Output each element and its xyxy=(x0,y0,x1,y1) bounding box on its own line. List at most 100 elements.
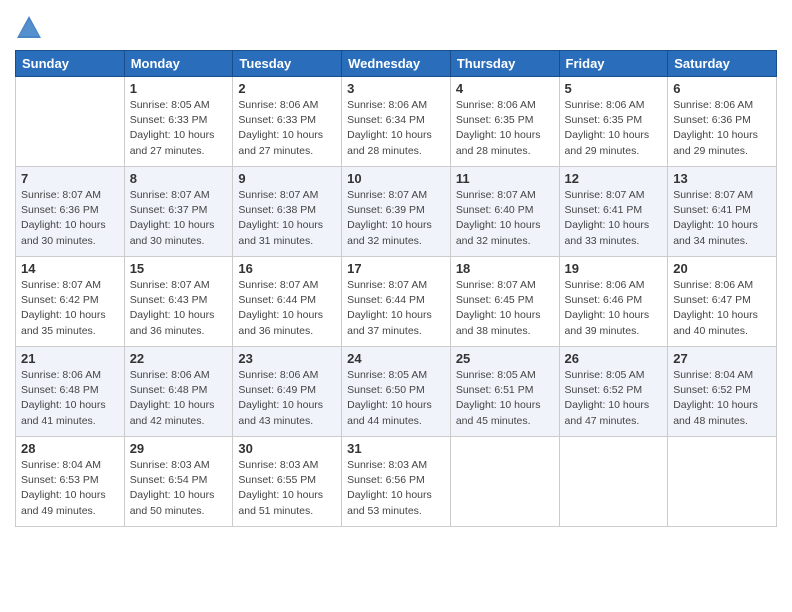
day-header-thursday: Thursday xyxy=(450,51,559,77)
day-info: Sunrise: 8:07 AM Sunset: 6:42 PM Dayligh… xyxy=(21,278,119,339)
calendar-cell: 14 Sunrise: 8:07 AM Sunset: 6:42 PM Dayli… xyxy=(16,257,125,347)
day-number: 26 xyxy=(565,351,663,366)
day-header-tuesday: Tuesday xyxy=(233,51,342,77)
week-row-2: 7 Sunrise: 8:07 AM Sunset: 6:36 PM Daylig… xyxy=(16,167,777,257)
day-info: Sunrise: 8:05 AM Sunset: 6:51 PM Dayligh… xyxy=(456,368,554,429)
day-number: 11 xyxy=(456,171,554,186)
day-info: Sunrise: 8:03 AM Sunset: 6:56 PM Dayligh… xyxy=(347,458,445,519)
day-info: Sunrise: 8:06 AM Sunset: 6:35 PM Dayligh… xyxy=(565,98,663,159)
day-info: Sunrise: 8:03 AM Sunset: 6:54 PM Dayligh… xyxy=(130,458,228,519)
day-number: 4 xyxy=(456,81,554,96)
calendar-cell: 22 Sunrise: 8:06 AM Sunset: 6:48 PM Dayli… xyxy=(124,347,233,437)
calendar-cell: 17 Sunrise: 8:07 AM Sunset: 6:44 PM Dayli… xyxy=(342,257,451,347)
day-info: Sunrise: 8:06 AM Sunset: 6:48 PM Dayligh… xyxy=(21,368,119,429)
calendar-cell: 21 Sunrise: 8:06 AM Sunset: 6:48 PM Dayli… xyxy=(16,347,125,437)
day-number: 19 xyxy=(565,261,663,276)
day-number: 27 xyxy=(673,351,771,366)
day-info: Sunrise: 8:07 AM Sunset: 6:36 PM Dayligh… xyxy=(21,188,119,249)
calendar-cell: 20Sunrise: 8:06 AM Sunset: 6:47 PM Dayli… xyxy=(668,257,777,347)
week-row-4: 21 Sunrise: 8:06 AM Sunset: 6:48 PM Dayli… xyxy=(16,347,777,437)
calendar-cell: 26 Sunrise: 8:05 AM Sunset: 6:52 PM Dayli… xyxy=(559,347,668,437)
calendar-cell: 24 Sunrise: 8:05 AM Sunset: 6:50 PM Dayli… xyxy=(342,347,451,437)
header-row: SundayMondayTuesdayWednesdayThursdayFrid… xyxy=(16,51,777,77)
day-info: Sunrise: 8:06 AM Sunset: 6:48 PM Dayligh… xyxy=(130,368,228,429)
day-info: Sunrise: 8:07 AM Sunset: 6:44 PM Dayligh… xyxy=(347,278,445,339)
calendar-body: 1 Sunrise: 8:05 AM Sunset: 6:33 PM Daylig… xyxy=(16,77,777,527)
day-info: Sunrise: 8:07 AM Sunset: 6:38 PM Dayligh… xyxy=(238,188,336,249)
calendar-cell: 8Sunrise: 8:07 AM Sunset: 6:37 PM Daylig… xyxy=(124,167,233,257)
calendar-cell: 5 Sunrise: 8:06 AM Sunset: 6:35 PM Daylig… xyxy=(559,77,668,167)
day-number: 18 xyxy=(456,261,554,276)
day-info: Sunrise: 8:06 AM Sunset: 6:49 PM Dayligh… xyxy=(238,368,336,429)
day-info: Sunrise: 8:07 AM Sunset: 6:43 PM Dayligh… xyxy=(130,278,228,339)
calendar-cell: 19 Sunrise: 8:06 AM Sunset: 6:46 PM Dayli… xyxy=(559,257,668,347)
calendar-cell: 12Sunrise: 8:07 AM Sunset: 6:41 PM Dayli… xyxy=(559,167,668,257)
day-number: 16 xyxy=(238,261,336,276)
day-number: 7 xyxy=(21,171,119,186)
week-row-3: 14 Sunrise: 8:07 AM Sunset: 6:42 PM Dayli… xyxy=(16,257,777,347)
day-info: Sunrise: 8:06 AM Sunset: 6:46 PM Dayligh… xyxy=(565,278,663,339)
day-number: 21 xyxy=(21,351,119,366)
calendar-cell: 18Sunrise: 8:07 AM Sunset: 6:45 PM Dayli… xyxy=(450,257,559,347)
calendar-cell xyxy=(450,437,559,527)
day-number: 9 xyxy=(238,171,336,186)
calendar-cell: 13Sunrise: 8:07 AM Sunset: 6:41 PM Dayli… xyxy=(668,167,777,257)
day-header-wednesday: Wednesday xyxy=(342,51,451,77)
day-number: 17 xyxy=(347,261,445,276)
day-info: Sunrise: 8:07 AM Sunset: 6:41 PM Dayligh… xyxy=(565,188,663,249)
day-info: Sunrise: 8:06 AM Sunset: 6:47 PM Dayligh… xyxy=(673,278,771,339)
day-info: Sunrise: 8:04 AM Sunset: 6:52 PM Dayligh… xyxy=(673,368,771,429)
day-info: Sunrise: 8:07 AM Sunset: 6:39 PM Dayligh… xyxy=(347,188,445,249)
calendar-cell: 3 Sunrise: 8:06 AM Sunset: 6:34 PM Daylig… xyxy=(342,77,451,167)
day-header-sunday: Sunday xyxy=(16,51,125,77)
day-info: Sunrise: 8:06 AM Sunset: 6:34 PM Dayligh… xyxy=(347,98,445,159)
logo xyxy=(15,14,46,42)
day-header-friday: Friday xyxy=(559,51,668,77)
day-header-saturday: Saturday xyxy=(668,51,777,77)
day-number: 6 xyxy=(673,81,771,96)
day-info: Sunrise: 8:07 AM Sunset: 6:44 PM Dayligh… xyxy=(238,278,336,339)
calendar-cell: 10 Sunrise: 8:07 AM Sunset: 6:39 PM Dayli… xyxy=(342,167,451,257)
calendar-cell: 2Sunrise: 8:06 AM Sunset: 6:33 PM Daylig… xyxy=(233,77,342,167)
calendar-cell: 11 Sunrise: 8:07 AM Sunset: 6:40 PM Dayli… xyxy=(450,167,559,257)
week-row-1: 1 Sunrise: 8:05 AM Sunset: 6:33 PM Daylig… xyxy=(16,77,777,167)
calendar-cell: 7 Sunrise: 8:07 AM Sunset: 6:36 PM Daylig… xyxy=(16,167,125,257)
calendar-cell xyxy=(559,437,668,527)
day-number: 30 xyxy=(238,441,336,456)
day-info: Sunrise: 8:05 AM Sunset: 6:50 PM Dayligh… xyxy=(347,368,445,429)
calendar-cell: 15 Sunrise: 8:07 AM Sunset: 6:43 PM Dayli… xyxy=(124,257,233,347)
calendar-cell: 9 Sunrise: 8:07 AM Sunset: 6:38 PM Daylig… xyxy=(233,167,342,257)
day-number: 15 xyxy=(130,261,228,276)
calendar-header: SundayMondayTuesdayWednesdayThursdayFrid… xyxy=(16,51,777,77)
day-number: 22 xyxy=(130,351,228,366)
calendar-cell: 1 Sunrise: 8:05 AM Sunset: 6:33 PM Daylig… xyxy=(124,77,233,167)
calendar-cell: 4 Sunrise: 8:06 AM Sunset: 6:35 PM Daylig… xyxy=(450,77,559,167)
calendar-cell: 31Sunrise: 8:03 AM Sunset: 6:56 PM Dayli… xyxy=(342,437,451,527)
day-number: 1 xyxy=(130,81,228,96)
page: SundayMondayTuesdayWednesdayThursdayFrid… xyxy=(0,0,792,542)
day-info: Sunrise: 8:04 AM Sunset: 6:53 PM Dayligh… xyxy=(21,458,119,519)
day-number: 8 xyxy=(130,171,228,186)
day-info: Sunrise: 8:06 AM Sunset: 6:35 PM Dayligh… xyxy=(456,98,554,159)
day-info: Sunrise: 8:07 AM Sunset: 6:41 PM Dayligh… xyxy=(673,188,771,249)
day-number: 25 xyxy=(456,351,554,366)
day-number: 5 xyxy=(565,81,663,96)
day-info: Sunrise: 8:07 AM Sunset: 6:40 PM Dayligh… xyxy=(456,188,554,249)
day-info: Sunrise: 8:05 AM Sunset: 6:52 PM Dayligh… xyxy=(565,368,663,429)
day-header-monday: Monday xyxy=(124,51,233,77)
day-number: 10 xyxy=(347,171,445,186)
day-number: 3 xyxy=(347,81,445,96)
calendar-cell: 16 Sunrise: 8:07 AM Sunset: 6:44 PM Dayli… xyxy=(233,257,342,347)
day-number: 2 xyxy=(238,81,336,96)
day-info: Sunrise: 8:05 AM Sunset: 6:33 PM Dayligh… xyxy=(130,98,228,159)
calendar-cell: 30 Sunrise: 8:03 AM Sunset: 6:55 PM Dayli… xyxy=(233,437,342,527)
calendar-cell xyxy=(16,77,125,167)
calendar-cell: 27 Sunrise: 8:04 AM Sunset: 6:52 PM Dayli… xyxy=(668,347,777,437)
day-number: 29 xyxy=(130,441,228,456)
day-info: Sunrise: 8:03 AM Sunset: 6:55 PM Dayligh… xyxy=(238,458,336,519)
day-number: 24 xyxy=(347,351,445,366)
day-number: 14 xyxy=(21,261,119,276)
calendar-cell: 23Sunrise: 8:06 AM Sunset: 6:49 PM Dayli… xyxy=(233,347,342,437)
calendar-cell: 6Sunrise: 8:06 AM Sunset: 6:36 PM Daylig… xyxy=(668,77,777,167)
header xyxy=(15,10,777,42)
